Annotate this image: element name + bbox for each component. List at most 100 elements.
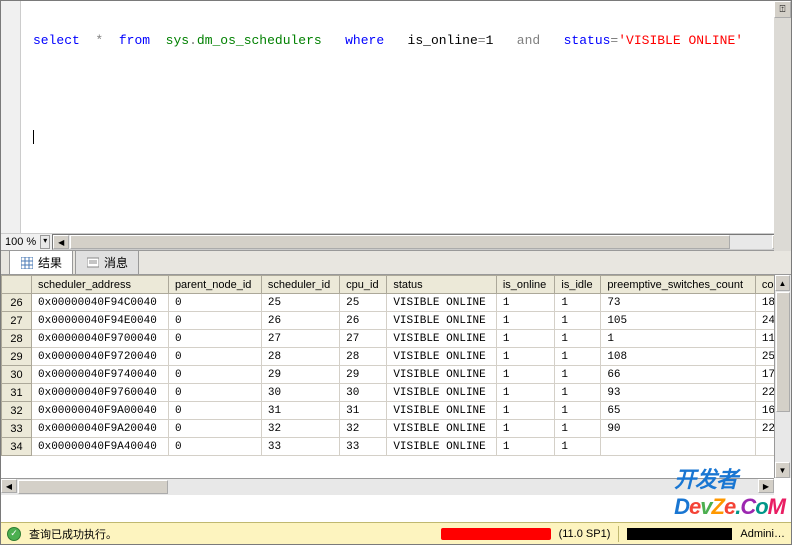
cell[interactable]: 25 bbox=[261, 294, 339, 312]
column-header[interactable]: parent_node_id bbox=[168, 276, 261, 294]
row-number[interactable]: 29 bbox=[2, 348, 32, 366]
cell[interactable]: 108 bbox=[601, 348, 756, 366]
cell[interactable]: 1 bbox=[555, 330, 601, 348]
cell[interactable]: VISIBLE ONLINE bbox=[387, 348, 497, 366]
editor-hscrollbar[interactable]: ◀ ▶ bbox=[52, 234, 789, 250]
cell[interactable]: 1 bbox=[496, 294, 555, 312]
cell[interactable]: 1 bbox=[555, 402, 601, 420]
cell[interactable]: 0 bbox=[168, 294, 261, 312]
cell[interactable]: 1 bbox=[601, 330, 756, 348]
table-row[interactable]: 310x00000040F976004003030VISIBLE ONLINE1… bbox=[2, 384, 791, 402]
table-row[interactable]: 270x00000040F94E004002626VISIBLE ONLINE1… bbox=[2, 312, 791, 330]
cell[interactable]: 0 bbox=[168, 330, 261, 348]
column-header[interactable]: status bbox=[387, 276, 497, 294]
table-row[interactable]: 300x00000040F974004002929VISIBLE ONLINE1… bbox=[2, 366, 791, 384]
cell[interactable]: 1 bbox=[555, 438, 601, 456]
cell[interactable]: 1 bbox=[496, 384, 555, 402]
cell[interactable]: VISIBLE ONLINE bbox=[387, 312, 497, 330]
cell[interactable]: 27 bbox=[261, 330, 339, 348]
cell[interactable]: 1 bbox=[496, 312, 555, 330]
splitter-control[interactable]: ⍐ bbox=[774, 1, 791, 251]
cell[interactable]: 73 bbox=[601, 294, 756, 312]
cell[interactable]: VISIBLE ONLINE bbox=[387, 294, 497, 312]
expand-up-icon[interactable]: ⍐ bbox=[774, 1, 791, 18]
scroll-right-icon[interactable]: ▶ bbox=[758, 479, 774, 493]
cell[interactable]: 31 bbox=[261, 402, 339, 420]
cell[interactable]: 1 bbox=[496, 330, 555, 348]
cell[interactable]: 25 bbox=[340, 294, 387, 312]
cell[interactable]: 0x00000040F94E0040 bbox=[32, 312, 169, 330]
cell[interactable]: 0x00000040F9720040 bbox=[32, 348, 169, 366]
table-row[interactable]: 330x00000040F9A2004003232VISIBLE ONLINE1… bbox=[2, 420, 791, 438]
column-header[interactable]: cpu_id bbox=[340, 276, 387, 294]
cell[interactable]: 1 bbox=[555, 294, 601, 312]
table-row[interactable]: 320x00000040F9A0004003131VISIBLE ONLINE1… bbox=[2, 402, 791, 420]
row-number[interactable]: 30 bbox=[2, 366, 32, 384]
cell[interactable]: 0x00000040F9760040 bbox=[32, 384, 169, 402]
row-number[interactable]: 31 bbox=[2, 384, 32, 402]
cell[interactable]: 0x00000040F9740040 bbox=[32, 366, 169, 384]
cell[interactable]: 1 bbox=[496, 366, 555, 384]
cell[interactable]: 0 bbox=[168, 420, 261, 438]
cell[interactable]: 27 bbox=[340, 330, 387, 348]
hscroll-thumb[interactable] bbox=[70, 235, 730, 249]
cell[interactable]: 32 bbox=[261, 420, 339, 438]
table-row[interactable]: 280x00000040F970004002727VISIBLE ONLINE1… bbox=[2, 330, 791, 348]
cell[interactable]: 1 bbox=[496, 420, 555, 438]
cell[interactable]: 0x00000040F9700040 bbox=[32, 330, 169, 348]
cell[interactable]: 32 bbox=[340, 420, 387, 438]
cell[interactable]: 31 bbox=[340, 402, 387, 420]
cell[interactable]: 0 bbox=[168, 366, 261, 384]
cell[interactable]: 1 bbox=[555, 384, 601, 402]
scroll-down-icon[interactable]: ▼ bbox=[775, 462, 790, 478]
zoom-level[interactable]: 100 % bbox=[1, 236, 40, 248]
column-header[interactable]: is_idle bbox=[555, 276, 601, 294]
cell[interactable]: 105 bbox=[601, 312, 756, 330]
cell[interactable]: VISIBLE ONLINE bbox=[387, 438, 497, 456]
cell[interactable]: VISIBLE ONLINE bbox=[387, 330, 497, 348]
cell[interactable]: 65 bbox=[601, 402, 756, 420]
cell[interactable]: 33 bbox=[340, 438, 387, 456]
tab-results[interactable]: 结果 bbox=[9, 250, 73, 274]
vscroll-thumb[interactable] bbox=[776, 292, 790, 412]
results-vscrollbar[interactable]: ▲ ▼ bbox=[774, 275, 791, 478]
cell[interactable]: VISIBLE ONLINE bbox=[387, 384, 497, 402]
cell[interactable]: 0 bbox=[168, 348, 261, 366]
column-header[interactable]: is_online bbox=[496, 276, 555, 294]
tab-messages[interactable]: 消息 bbox=[75, 250, 139, 274]
row-number[interactable]: 28 bbox=[2, 330, 32, 348]
row-number[interactable]: 34 bbox=[2, 438, 32, 456]
column-header[interactable]: scheduler_address bbox=[32, 276, 169, 294]
cell[interactable]: 33 bbox=[261, 438, 339, 456]
row-number[interactable]: 32 bbox=[2, 402, 32, 420]
cell[interactable]: 93 bbox=[601, 384, 756, 402]
cell[interactable]: 30 bbox=[261, 384, 339, 402]
scroll-left-icon[interactable]: ◀ bbox=[1, 479, 17, 493]
cell[interactable]: 0 bbox=[168, 402, 261, 420]
cell[interactable]: VISIBLE ONLINE bbox=[387, 402, 497, 420]
table-row[interactable]: 290x00000040F972004002828VISIBLE ONLINE1… bbox=[2, 348, 791, 366]
column-header[interactable]: preemptive_switches_count bbox=[601, 276, 756, 294]
cell[interactable]: 0x00000040F9A00040 bbox=[32, 402, 169, 420]
sql-editor[interactable]: select * from sys.dm_os_schedulers where… bbox=[1, 1, 791, 144]
table-row[interactable]: 260x00000040F94C004002525VISIBLE ONLINE1… bbox=[2, 294, 791, 312]
cell[interactable]: 66 bbox=[601, 366, 756, 384]
cell[interactable]: 29 bbox=[340, 366, 387, 384]
hscroll-thumb[interactable] bbox=[18, 480, 168, 494]
cell[interactable]: 1 bbox=[496, 438, 555, 456]
row-number[interactable]: 33 bbox=[2, 420, 32, 438]
cell[interactable] bbox=[601, 438, 756, 456]
cell[interactable]: 29 bbox=[261, 366, 339, 384]
cell[interactable]: VISIBLE ONLINE bbox=[387, 420, 497, 438]
cell[interactable]: 1 bbox=[555, 348, 601, 366]
cell[interactable]: 1 bbox=[555, 312, 601, 330]
zoom-dropdown-icon[interactable]: ▾ bbox=[40, 235, 50, 249]
cell[interactable]: 0x00000040F9A20040 bbox=[32, 420, 169, 438]
row-number[interactable]: 27 bbox=[2, 312, 32, 330]
cell[interactable]: 28 bbox=[340, 348, 387, 366]
grid-corner[interactable] bbox=[2, 276, 32, 294]
cell[interactable]: 28 bbox=[261, 348, 339, 366]
row-number[interactable]: 26 bbox=[2, 294, 32, 312]
cell[interactable]: 0 bbox=[168, 384, 261, 402]
cell[interactable]: 1 bbox=[496, 348, 555, 366]
